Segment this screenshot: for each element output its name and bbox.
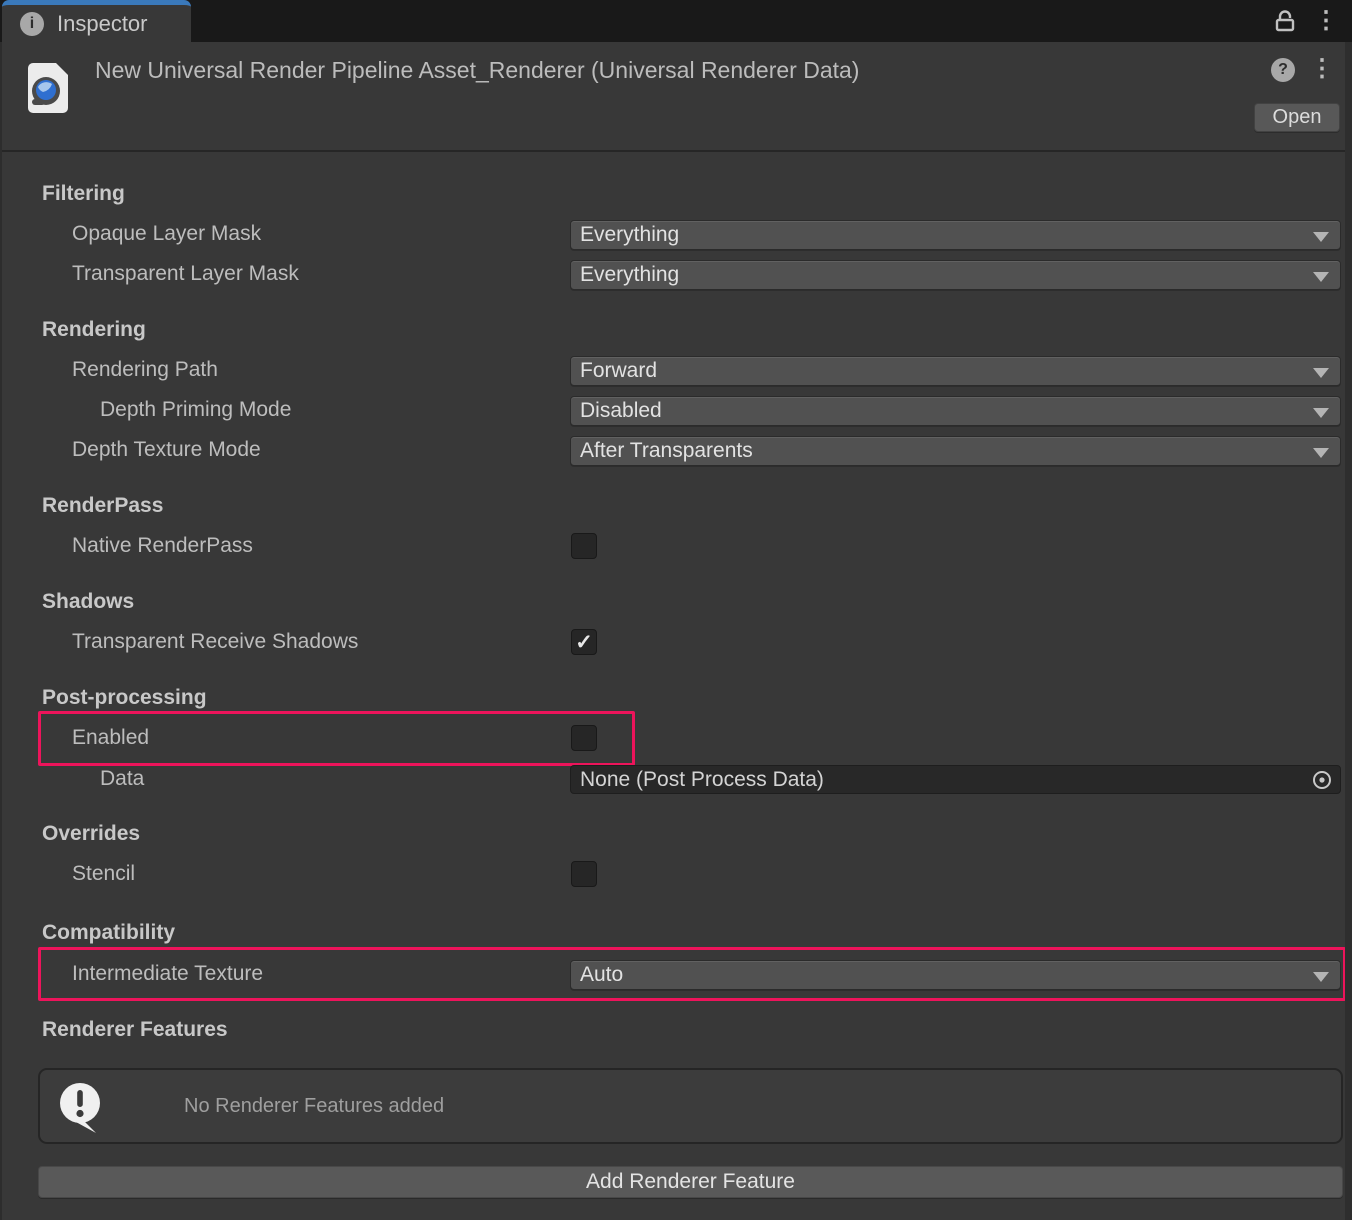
intermediate-texture-label: Intermediate Texture bbox=[72, 962, 263, 986]
post-processing-enabled-label: Enabled bbox=[72, 726, 149, 750]
rendering-path-dropdown[interactable]: Forward bbox=[570, 356, 1341, 386]
tab-kebab-menu-icon[interactable]: ⋮ bbox=[1314, 9, 1338, 33]
transparent-layer-mask-label: Transparent Layer Mask bbox=[72, 262, 299, 286]
intermediate-texture-dropdown[interactable]: Auto bbox=[570, 960, 1341, 990]
rendering-path-label: Rendering Path bbox=[72, 358, 218, 382]
panel-right-edge bbox=[1345, 42, 1352, 1220]
renderer-asset-icon bbox=[24, 62, 72, 119]
asset-title: New Universal Render Pipeline Asset_Rend… bbox=[95, 57, 1245, 84]
panel-left-edge bbox=[0, 42, 2, 1220]
native-renderpass-label: Native RenderPass bbox=[72, 534, 253, 558]
header-kebab-menu-icon[interactable]: ⋮ bbox=[1310, 57, 1334, 81]
chevron-down-icon bbox=[1313, 232, 1329, 242]
tab-label: Inspector bbox=[57, 11, 148, 37]
section-renderer-features: Renderer Features bbox=[42, 1018, 228, 1042]
section-post-processing: Post-processing bbox=[42, 686, 207, 710]
post-processing-enabled-checkbox[interactable] bbox=[571, 725, 597, 751]
section-compatibility: Compatibility bbox=[42, 921, 175, 945]
depth-priming-mode-dropdown[interactable]: Disabled bbox=[570, 396, 1341, 426]
tab-bar: i Inspector ⋮ bbox=[0, 0, 1352, 42]
renderer-features-empty-message: No Renderer Features added bbox=[184, 1070, 444, 1142]
chevron-down-icon bbox=[1313, 408, 1329, 418]
opaque-layer-mask-label: Opaque Layer Mask bbox=[72, 222, 261, 246]
opaque-layer-mask-dropdown[interactable]: Everything bbox=[570, 220, 1341, 250]
unlock-icon[interactable] bbox=[1272, 8, 1298, 34]
exclamation-bubble-icon bbox=[56, 1081, 106, 1138]
section-renderpass: RenderPass bbox=[42, 494, 163, 518]
native-renderpass-checkbox[interactable] bbox=[571, 533, 597, 559]
depth-priming-mode-label: Depth Priming Mode bbox=[100, 398, 291, 422]
inspector-panel: i Inspector ⋮ New Universal Render P bbox=[0, 0, 1352, 1220]
section-overrides: Overrides bbox=[42, 822, 140, 846]
transparent-layer-mask-dropdown[interactable]: Everything bbox=[570, 260, 1341, 290]
section-rendering: Rendering bbox=[42, 318, 146, 342]
chevron-down-icon bbox=[1313, 972, 1329, 982]
chevron-down-icon bbox=[1313, 368, 1329, 378]
info-icon: i bbox=[20, 12, 44, 36]
renderer-features-empty-box: No Renderer Features added bbox=[38, 1068, 1343, 1144]
help-icon[interactable]: ? bbox=[1271, 58, 1295, 82]
section-filtering: Filtering bbox=[42, 182, 125, 206]
depth-texture-mode-dropdown[interactable]: After Transparents bbox=[570, 436, 1341, 466]
post-processing-data-label: Data bbox=[100, 767, 144, 791]
tab-inspector[interactable]: i Inspector bbox=[2, 0, 191, 42]
transparent-receive-shadows-checkbox[interactable]: ✓ bbox=[571, 629, 597, 655]
stencil-label: Stencil bbox=[72, 862, 135, 886]
inspector-header: New Universal Render Pipeline Asset_Rend… bbox=[0, 42, 1352, 152]
stencil-checkbox[interactable] bbox=[571, 861, 597, 887]
object-picker-icon[interactable] bbox=[1308, 768, 1336, 792]
open-button[interactable]: Open bbox=[1254, 103, 1340, 132]
transparent-receive-shadows-label: Transparent Receive Shadows bbox=[72, 630, 358, 654]
section-shadows: Shadows bbox=[42, 590, 134, 614]
chevron-down-icon bbox=[1313, 448, 1329, 458]
post-process-data-object-field[interactable]: None (Post Process Data) bbox=[570, 765, 1341, 794]
chevron-down-icon bbox=[1313, 272, 1329, 282]
add-renderer-feature-button[interactable]: Add Renderer Feature bbox=[38, 1166, 1343, 1198]
depth-texture-mode-label: Depth Texture Mode bbox=[72, 438, 261, 462]
check-icon: ✓ bbox=[575, 632, 593, 653]
